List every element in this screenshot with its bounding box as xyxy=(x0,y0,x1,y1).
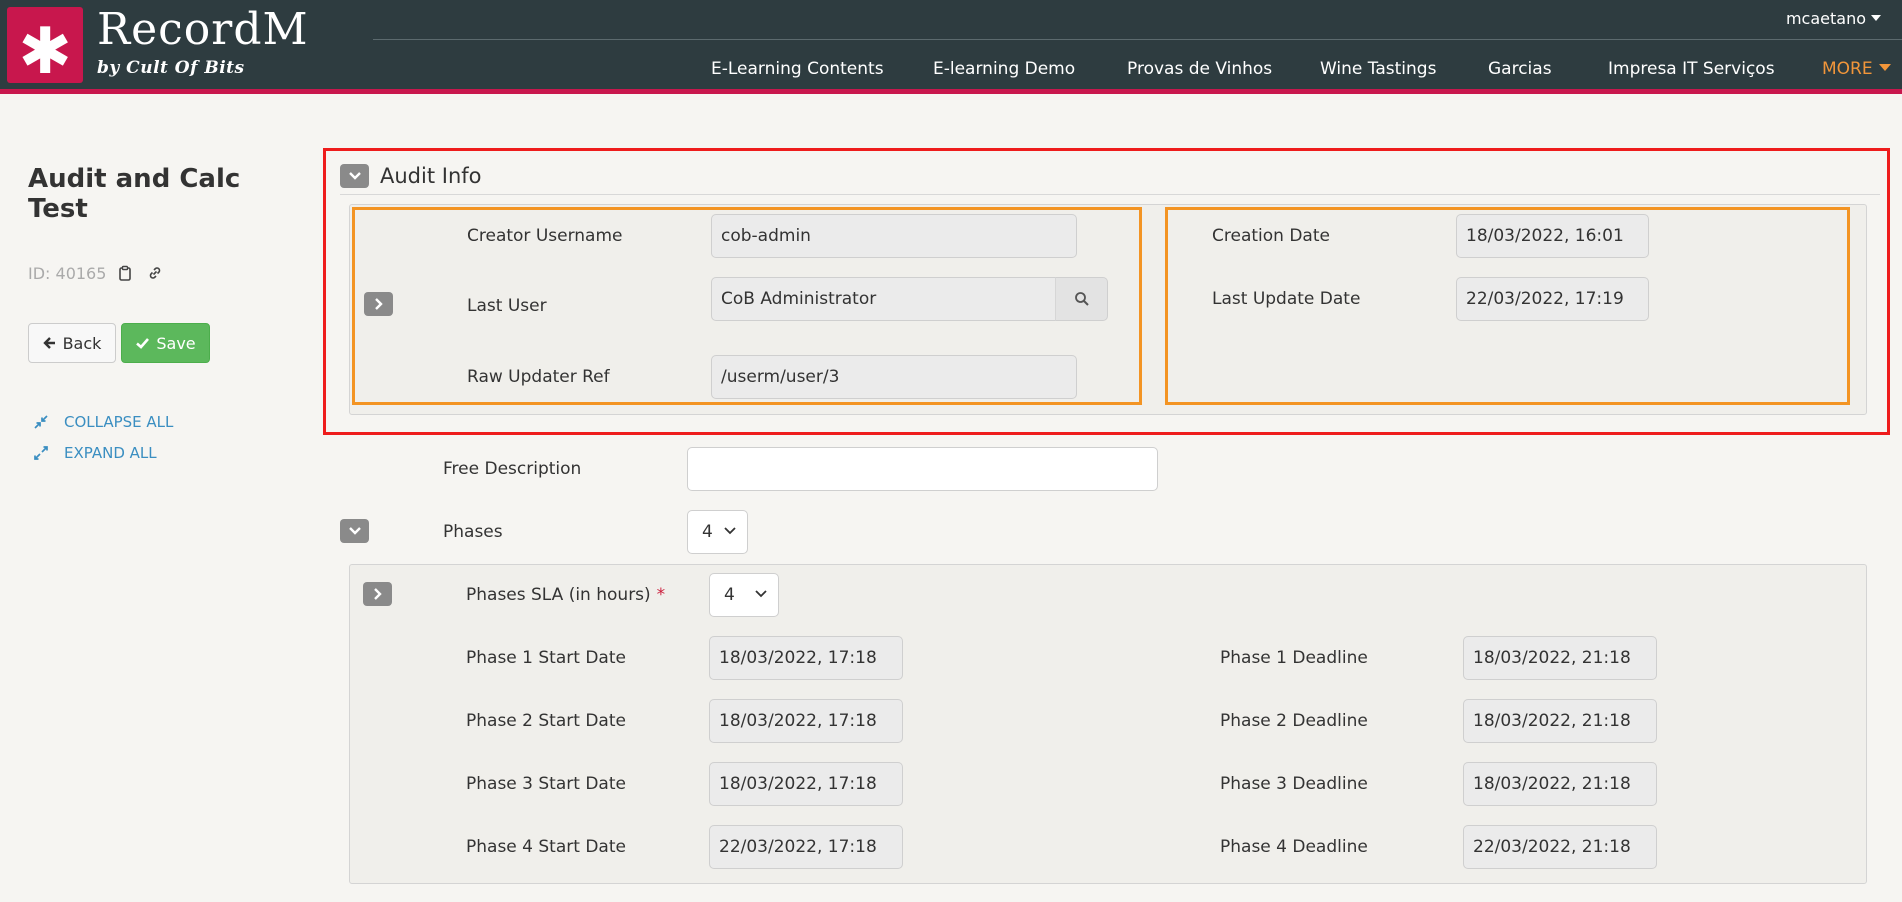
back-button[interactable]: Back xyxy=(28,323,116,363)
phase-2-deadline-field[interactable]: 18/03/2022, 21:18 xyxy=(1463,699,1657,743)
collapse-all-label: COLLAPSE ALL xyxy=(64,413,174,431)
phase-3-start-label: Phase 3 Start Date xyxy=(466,774,626,794)
app-logo[interactable]: ✱ xyxy=(7,7,83,89)
chevron-right-icon xyxy=(373,588,382,600)
phases-sla-label-text: Phases SLA (in hours) xyxy=(466,585,651,605)
required-mark: * xyxy=(656,585,666,605)
link-icon[interactable] xyxy=(147,265,163,281)
phases-label: Phases xyxy=(443,522,503,542)
user-name: mcaetano xyxy=(1785,9,1866,28)
page-title: Audit and Calc Test xyxy=(28,164,241,224)
phase-4-deadline-field[interactable]: 22/03/2022, 21:18 xyxy=(1463,825,1657,869)
phases-subsection-toggle[interactable] xyxy=(363,582,392,606)
nav-more-menu[interactable]: MORE xyxy=(1822,59,1891,79)
phase-1-deadline-field[interactable]: 18/03/2022, 21:18 xyxy=(1463,636,1657,680)
phases-select-value: 4 xyxy=(702,522,713,542)
phase-3-start-field[interactable]: 18/03/2022, 17:18 xyxy=(709,762,903,806)
save-button-label: Save xyxy=(156,333,196,353)
caret-down-icon xyxy=(1878,64,1891,71)
nav-divider xyxy=(373,39,1902,40)
phase-3-deadline-field[interactable]: 18/03/2022, 21:18 xyxy=(1463,762,1657,806)
free-description-label: Free Description xyxy=(443,459,582,479)
asterisk-logo-icon: ✱ xyxy=(18,15,72,89)
arrow-left-icon xyxy=(42,337,55,349)
chevron-down-icon xyxy=(348,527,361,535)
brand-name: RecordM xyxy=(97,4,309,55)
date-fields-highlight xyxy=(1165,207,1850,405)
expand-all-label: EXPAND ALL xyxy=(64,444,157,462)
check-icon xyxy=(136,338,150,349)
expand-icon xyxy=(34,446,48,460)
nav-more-label: MORE xyxy=(1822,59,1873,79)
phase-4-start-field[interactable]: 22/03/2022, 17:18 xyxy=(709,825,903,869)
clipboard-icon[interactable] xyxy=(117,265,133,281)
phase-4-start-label: Phase 4 Start Date xyxy=(466,837,626,857)
nav-item-elearning-contents[interactable]: E-Learning Contents xyxy=(711,59,884,79)
chevron-down-icon xyxy=(724,527,736,535)
phase-1-start-label: Phase 1 Start Date xyxy=(466,648,626,668)
collapse-all-link[interactable]: COLLAPSE ALL xyxy=(34,413,173,431)
chevron-down-icon xyxy=(755,590,767,598)
navbar-accent-stripe xyxy=(0,89,1902,94)
collapse-icon xyxy=(34,415,48,429)
phases-select[interactable]: 4 xyxy=(687,510,748,554)
phase-4-deadline-label: Phase 4 Deadline xyxy=(1220,837,1368,857)
nav-item-garcias[interactable]: Garcias xyxy=(1488,59,1552,79)
nav-item-wine-tastings[interactable]: Wine Tastings xyxy=(1320,59,1436,79)
brand-tagline: by Cult Of Bits xyxy=(97,58,245,78)
phase-3-deadline-label: Phase 3 Deadline xyxy=(1220,774,1368,794)
top-navbar: ✱ RecordM by Cult Of Bits mcaetano E-Lea… xyxy=(0,0,1902,89)
expand-all-link[interactable]: EXPAND ALL xyxy=(34,444,157,462)
nav-item-impresa-it-servicos[interactable]: Impresa IT Serviços xyxy=(1608,59,1775,79)
phases-sla-label: Phases SLA (in hours) * xyxy=(466,585,665,605)
record-id: ID: 40165 xyxy=(28,264,107,283)
save-button[interactable]: Save xyxy=(121,323,210,363)
free-description-input[interactable] xyxy=(687,447,1158,491)
nav-item-elearning-demo[interactable]: E-learning Demo xyxy=(933,59,1075,79)
back-button-label: Back xyxy=(62,333,102,353)
phase-2-start-label: Phase 2 Start Date xyxy=(466,711,626,731)
phase-2-start-field[interactable]: 18/03/2022, 17:18 xyxy=(709,699,903,743)
phases-toggle[interactable] xyxy=(340,519,369,543)
user-fields-highlight xyxy=(352,207,1142,405)
caret-down-icon xyxy=(1871,15,1881,21)
phase-1-deadline-label: Phase 1 Deadline xyxy=(1220,648,1368,668)
phase-1-start-field[interactable]: 18/03/2022, 17:18 xyxy=(709,636,903,680)
phases-sla-select[interactable]: 4 xyxy=(709,573,779,617)
nav-item-provas-de-vinhos[interactable]: Provas de Vinhos xyxy=(1127,59,1272,79)
phases-sla-select-value: 4 xyxy=(724,585,735,605)
user-menu[interactable]: mcaetano xyxy=(1786,9,1881,28)
phase-2-deadline-label: Phase 2 Deadline xyxy=(1220,711,1368,731)
